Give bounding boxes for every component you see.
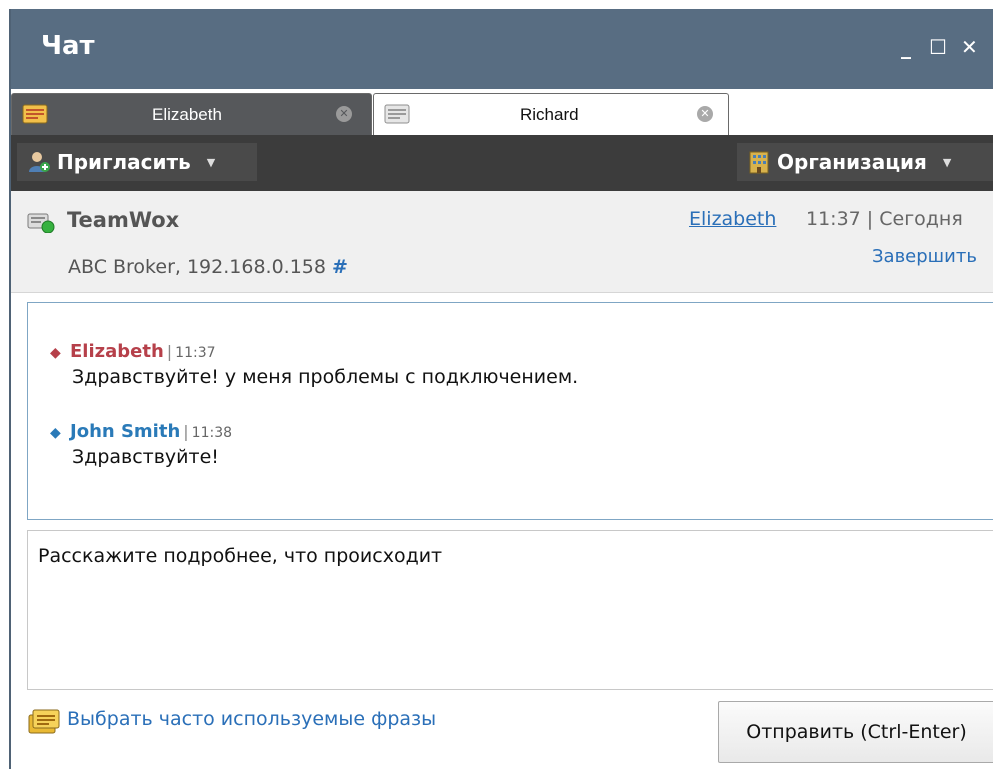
message-author: John Smith: [70, 421, 181, 442]
close-tab-icon[interactable]: ✕: [336, 106, 352, 122]
message-time: 11:38: [191, 425, 233, 441]
organization-button[interactable]: Организация ▼: [737, 143, 993, 181]
finish-link[interactable]: Завершить: [872, 246, 977, 267]
tab-label: Richard: [520, 105, 579, 124]
send-button[interactable]: Отправить (Ctrl-Enter): [718, 701, 993, 763]
window-title: Чат: [41, 31, 95, 61]
chevron-down-icon: ▼: [206, 156, 216, 169]
tab-strip: Elizabeth ✕ Richard ✕: [11, 89, 993, 135]
message-history[interactable]: ◆ Elizabeth | 11:37 Здравствуйте! у меня пр…: [27, 302, 993, 520]
invite-button[interactable]: Пригласить ▼: [17, 143, 257, 181]
phrasebook-icon: [28, 709, 60, 734]
hash-link[interactable]: #: [332, 256, 348, 278]
chevron-down-icon: ▼: [942, 156, 952, 169]
message-text: Здравствуйте!: [72, 446, 219, 468]
tab-elizabeth[interactable]: Elizabeth ✕: [11, 93, 372, 135]
message-input[interactable]: Расскажите подробнее, что происходит: [27, 530, 993, 690]
close-window-button[interactable]: ✕: [961, 35, 978, 59]
message-input-text: Расскажите подробнее, что происходит: [38, 545, 443, 567]
session-time: 11:37 | Сегодня: [806, 208, 963, 230]
client-details: ABC Broker, 192.168.0.158: [68, 256, 326, 278]
title-bar: Чат _ ☐ ✕: [11, 9, 993, 89]
toolbar: Пригласить ▼ Организация ▼: [11, 135, 993, 191]
invite-label: Пригласить: [57, 150, 191, 174]
minimize-button[interactable]: _: [901, 35, 911, 59]
building-icon: [749, 151, 769, 174]
tab-label: Elizabeth: [152, 105, 222, 124]
maximize-button[interactable]: ☐: [929, 35, 947, 59]
close-tab-icon[interactable]: ✕: [697, 106, 713, 122]
message-text: Здравствуйте! у меня проблемы с подключе…: [72, 366, 579, 388]
organization-label: Организация: [777, 150, 927, 174]
chat-window: Чат _ ☐ ✕ Elizabeth ✕ Richard ✕ Пригласи…: [9, 9, 993, 769]
message-item: ◆ John Smith | 11:38 Здравствуйте!: [50, 421, 233, 468]
chat-window-icon: [384, 104, 410, 124]
outgoing-arrow-icon: ◆: [50, 425, 61, 441]
phrases-label: Выбрать часто используемые фразы: [67, 708, 437, 730]
online-status-icon: [27, 213, 55, 233]
chat-window-icon: [22, 104, 48, 124]
invite-user-icon: [29, 152, 50, 172]
client-info: ABC Broker, 192.168.0.158 #: [68, 256, 348, 278]
message-author: Elizabeth: [70, 341, 164, 362]
app-name: TeamWox: [67, 208, 180, 232]
session-info: TeamWox ABC Broker, 192.168.0.158 # Eliza…: [11, 191, 993, 293]
message-time: 11:37: [175, 345, 216, 361]
agent-link[interactable]: Elizabeth: [689, 208, 776, 230]
message-item: ◆ Elizabeth | 11:37 Здравствуйте! у меня пр…: [50, 341, 579, 388]
tab-richard[interactable]: Richard ✕: [373, 93, 729, 135]
incoming-arrow-icon: ◆: [50, 345, 61, 361]
